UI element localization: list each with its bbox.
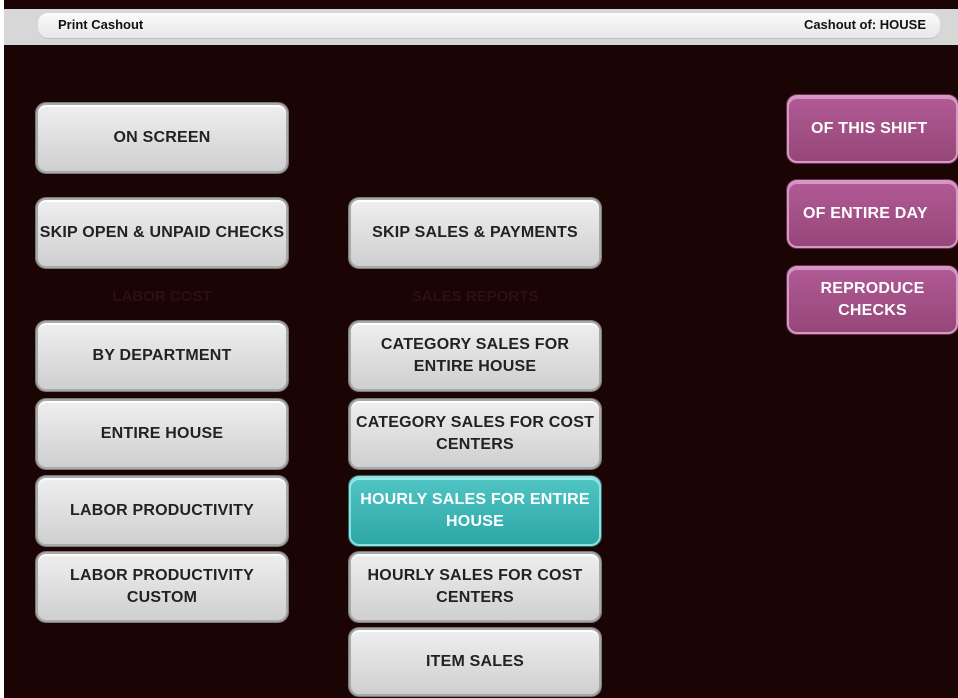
page-title: Print Cashout: [58, 17, 144, 32]
category-sales-entire-house-button[interactable]: CATEGORY SALES FOR ENTIRE HOUSE: [349, 321, 601, 391]
hourly-sales-entire-house-button[interactable]: HOURLY SALES FOR ENTIRE HOUSE: [349, 476, 601, 546]
labor-cost-section-label: LABOR COST: [112, 288, 212, 305]
title-bar-panel: Print Cashout Cashout of: HOUSE: [38, 13, 940, 39]
of-this-shift-button[interactable]: OF THIS SHIFT: [787, 95, 958, 163]
skip-sales-payments-button[interactable]: SKIP SALES & PAYMENTS: [349, 198, 601, 268]
skip-open-unpaid-checks-button[interactable]: SKIP OPEN & UNPAID CHECKS: [36, 198, 288, 268]
labor-productivity-button[interactable]: LABOR PRODUCTIVITY: [36, 476, 288, 546]
entire-house-button[interactable]: ENTIRE HOUSE: [36, 399, 288, 469]
reproduce-checks-button[interactable]: REPRODUCE CHECKS: [787, 266, 958, 334]
by-department-button[interactable]: BY DEPARTMENT: [36, 321, 288, 391]
labor-productivity-custom-button[interactable]: LABOR PRODUCTIVITY CUSTOM: [36, 552, 288, 622]
of-entire-day-button[interactable]: OF ENTIRE DAY: [787, 180, 958, 248]
category-sales-cost-centers-button[interactable]: CATEGORY SALES FOR COST CENTERS: [349, 399, 601, 469]
cashout-of-label: Cashout of: HOUSE: [803, 17, 926, 32]
hourly-sales-cost-centers-button[interactable]: HOURLY SALES FOR COST CENTERS: [349, 552, 601, 622]
item-sales-button[interactable]: ITEM SALES: [349, 628, 601, 696]
on-screen-button[interactable]: ON SCREEN: [36, 103, 288, 173]
sales-reports-section-label: SALES REPORTS: [411, 288, 539, 305]
